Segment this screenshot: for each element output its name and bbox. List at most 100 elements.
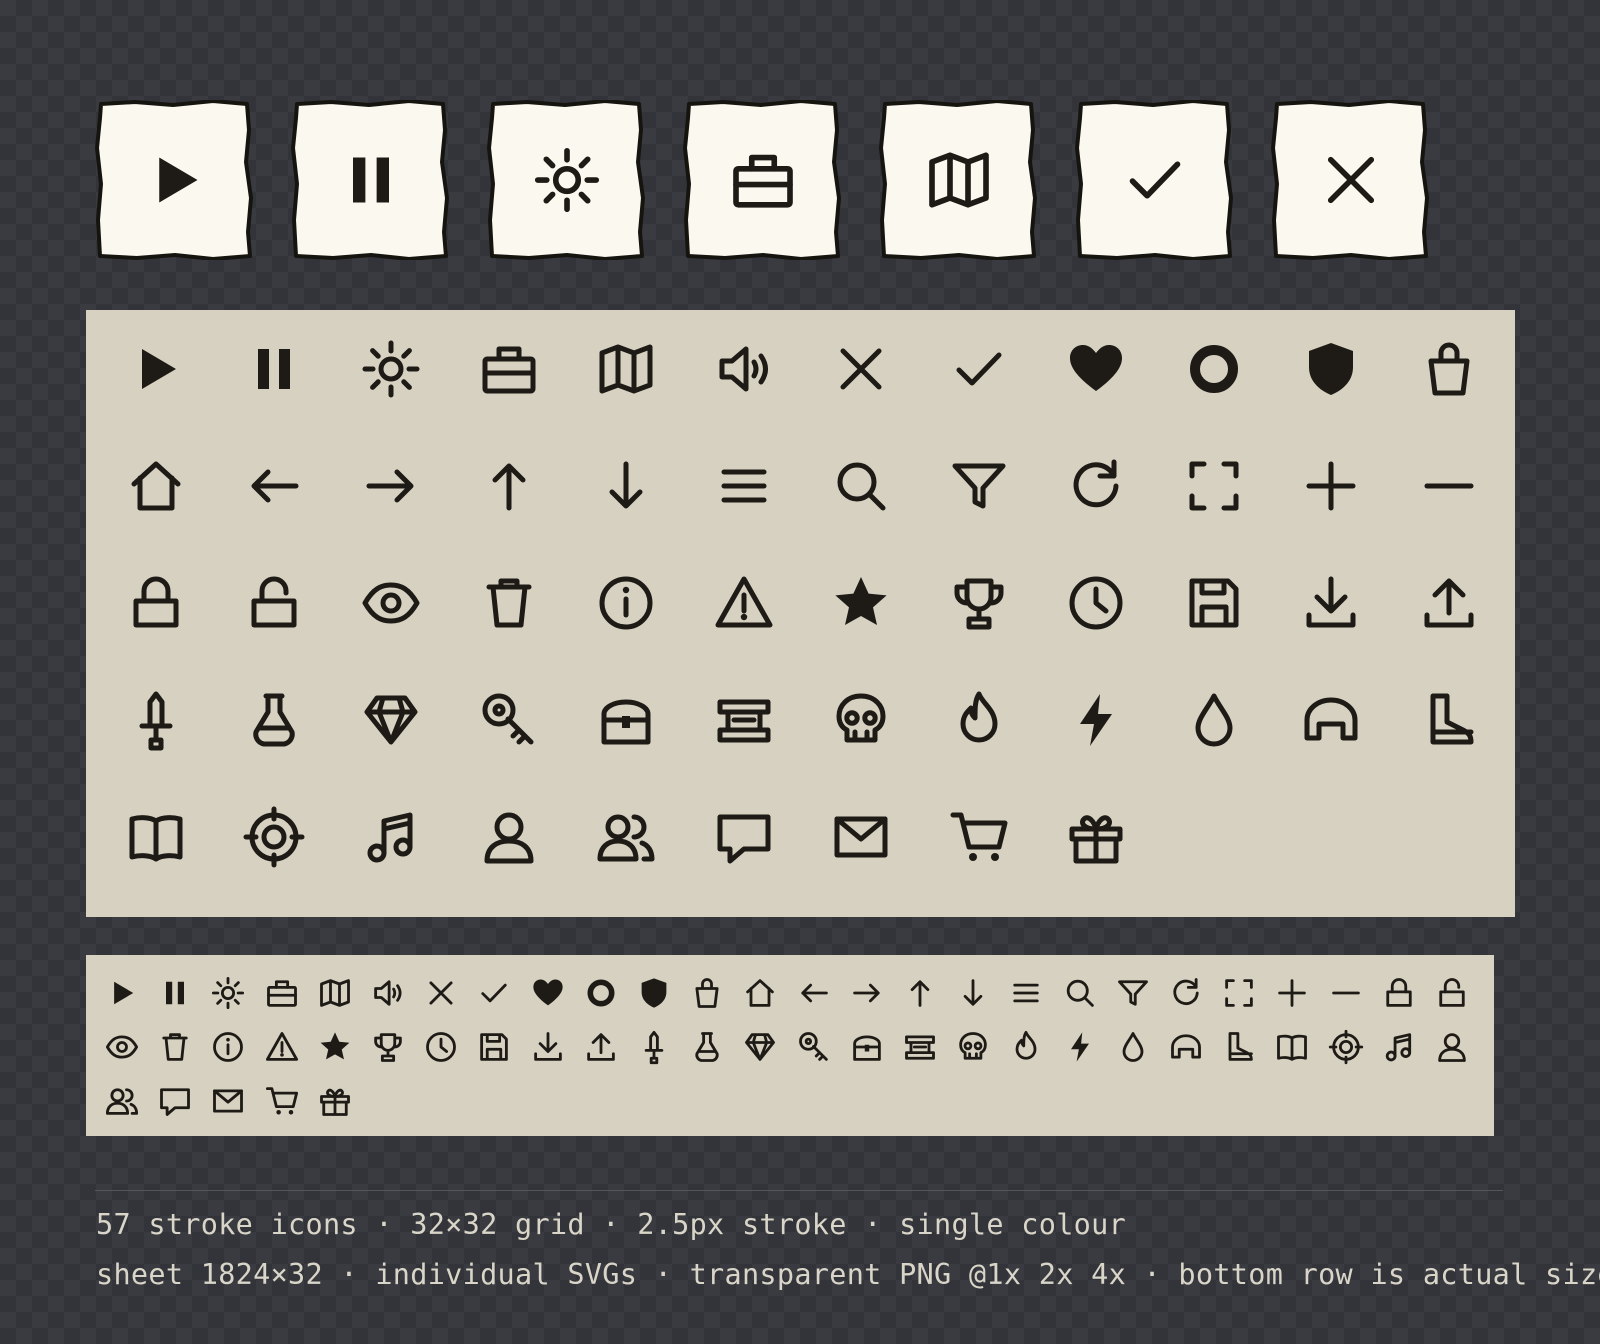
flame-icon[interactable]: [947, 688, 1011, 752]
scroll-icon[interactable]: [902, 1029, 938, 1065]
clock-icon[interactable]: [1064, 571, 1128, 635]
download-icon[interactable]: [530, 1029, 566, 1065]
arrow-right-icon[interactable]: [849, 975, 885, 1011]
sword-icon[interactable]: [124, 688, 188, 752]
helmet-icon[interactable]: [1299, 688, 1363, 752]
drop-icon[interactable]: [1115, 1029, 1151, 1065]
potion-icon[interactable]: [689, 1029, 725, 1065]
fullscreen-icon[interactable]: [1221, 975, 1257, 1011]
user-icon[interactable]: [1434, 1029, 1470, 1065]
cart-icon[interactable]: [264, 1083, 300, 1119]
arrow-left-icon[interactable]: [796, 975, 832, 1011]
download-icon[interactable]: [1299, 571, 1363, 635]
star-icon[interactable]: [317, 1029, 353, 1065]
sun-icon[interactable]: [359, 337, 423, 401]
filter-icon[interactable]: [947, 454, 1011, 518]
fullscreen-icon[interactable]: [1182, 454, 1246, 518]
heart-icon[interactable]: [530, 975, 566, 1011]
arrow-down-icon[interactable]: [594, 454, 658, 518]
minus-icon[interactable]: [1417, 454, 1481, 518]
drop-icon[interactable]: [1182, 688, 1246, 752]
unlock-icon[interactable]: [1434, 975, 1470, 1011]
gem-icon[interactable]: [742, 1029, 778, 1065]
arrow-right-icon[interactable]: [359, 454, 423, 518]
badge-sun[interactable]: [487, 100, 647, 260]
bolt-icon[interactable]: [1064, 688, 1128, 752]
trash-icon[interactable]: [157, 1029, 193, 1065]
info-icon[interactable]: [594, 571, 658, 635]
refresh-icon[interactable]: [1168, 975, 1204, 1011]
volume-icon[interactable]: [370, 975, 406, 1011]
scroll-icon[interactable]: [712, 688, 776, 752]
menu-icon[interactable]: [1008, 975, 1044, 1011]
pause-icon[interactable]: [242, 337, 306, 401]
ring-icon[interactable]: [1182, 337, 1246, 401]
badge-play[interactable]: [95, 100, 255, 260]
search-icon[interactable]: [1062, 975, 1098, 1011]
close-icon[interactable]: [423, 975, 459, 1011]
skull-icon[interactable]: [955, 1029, 991, 1065]
boot-icon[interactable]: [1221, 1029, 1257, 1065]
play-icon[interactable]: [124, 337, 188, 401]
minus-icon[interactable]: [1328, 975, 1364, 1011]
bag-icon[interactable]: [1417, 337, 1481, 401]
arrow-up-icon[interactable]: [477, 454, 541, 518]
book-icon[interactable]: [124, 805, 188, 869]
target-icon[interactable]: [242, 805, 306, 869]
mail-icon[interactable]: [210, 1083, 246, 1119]
lock-icon[interactable]: [124, 571, 188, 635]
plus-icon[interactable]: [1274, 975, 1310, 1011]
shield-icon[interactable]: [1299, 337, 1363, 401]
mail-icon[interactable]: [829, 805, 893, 869]
briefcase-icon[interactable]: [264, 975, 300, 1011]
ring-icon[interactable]: [583, 975, 619, 1011]
chest-icon[interactable]: [849, 1029, 885, 1065]
flame-icon[interactable]: [1008, 1029, 1044, 1065]
home-icon[interactable]: [124, 454, 188, 518]
key-icon[interactable]: [796, 1029, 832, 1065]
check-icon[interactable]: [476, 975, 512, 1011]
heart-icon[interactable]: [1064, 337, 1128, 401]
search-icon[interactable]: [829, 454, 893, 518]
eye-icon[interactable]: [359, 571, 423, 635]
trophy-icon[interactable]: [370, 1029, 406, 1065]
filter-icon[interactable]: [1115, 975, 1151, 1011]
arrow-down-icon[interactable]: [955, 975, 991, 1011]
cart-icon[interactable]: [947, 805, 1011, 869]
shield-icon[interactable]: [636, 975, 672, 1011]
boot-icon[interactable]: [1417, 688, 1481, 752]
bag-icon[interactable]: [689, 975, 725, 1011]
users-icon[interactable]: [594, 805, 658, 869]
badge-pause[interactable]: [291, 100, 451, 260]
upload-icon[interactable]: [583, 1029, 619, 1065]
upload-icon[interactable]: [1417, 571, 1481, 635]
star-icon[interactable]: [829, 571, 893, 635]
lock-icon[interactable]: [1381, 975, 1417, 1011]
chat-icon[interactable]: [157, 1083, 193, 1119]
volume-icon[interactable]: [712, 337, 776, 401]
gift-icon[interactable]: [1064, 805, 1128, 869]
save-icon[interactable]: [476, 1029, 512, 1065]
map-icon[interactable]: [594, 337, 658, 401]
save-icon[interactable]: [1182, 571, 1246, 635]
badge-map[interactable]: [879, 100, 1039, 260]
chest-icon[interactable]: [594, 688, 658, 752]
badge-briefcase[interactable]: [683, 100, 843, 260]
unlock-icon[interactable]: [242, 571, 306, 635]
skull-icon[interactable]: [829, 688, 893, 752]
warning-icon[interactable]: [264, 1029, 300, 1065]
eye-icon[interactable]: [104, 1029, 140, 1065]
info-icon[interactable]: [210, 1029, 246, 1065]
trash-icon[interactable]: [477, 571, 541, 635]
briefcase-icon[interactable]: [477, 337, 541, 401]
pause-icon[interactable]: [157, 975, 193, 1011]
clock-icon[interactable]: [423, 1029, 459, 1065]
arrow-up-icon[interactable]: [902, 975, 938, 1011]
bolt-icon[interactable]: [1062, 1029, 1098, 1065]
map-icon[interactable]: [317, 975, 353, 1011]
sword-icon[interactable]: [636, 1029, 672, 1065]
plus-icon[interactable]: [1299, 454, 1363, 518]
chat-icon[interactable]: [712, 805, 776, 869]
key-icon[interactable]: [477, 688, 541, 752]
sun-icon[interactable]: [210, 975, 246, 1011]
